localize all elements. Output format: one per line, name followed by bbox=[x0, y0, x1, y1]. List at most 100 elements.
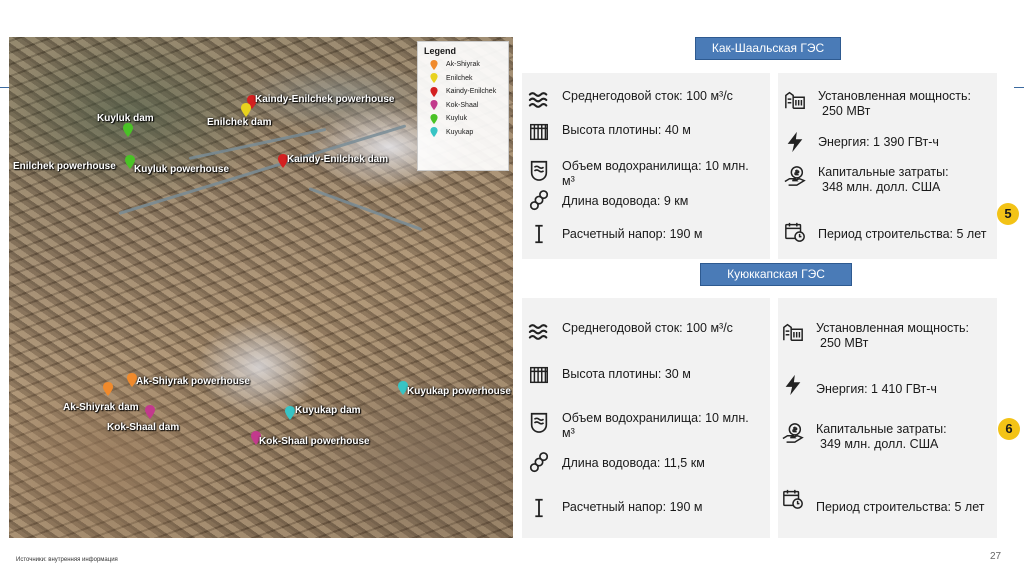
plant1-capex: Капитальные затраты: 348 млн. долл. США bbox=[818, 165, 949, 195]
plant1-energy-row: Энергия: 1 390 ГВт-ч bbox=[784, 131, 939, 153]
height-icon bbox=[535, 498, 543, 518]
legend-pin-icon bbox=[430, 73, 438, 84]
height-icon bbox=[535, 224, 543, 244]
map-label: Enilchek dam bbox=[207, 117, 272, 128]
plant2-title: Куюккапская ГЭС bbox=[700, 263, 852, 286]
legend-pin-icon bbox=[430, 127, 438, 138]
plant2-capacity-row: Установленная мощность: 250 МВт bbox=[782, 321, 969, 351]
legend-title: Legend bbox=[424, 46, 457, 56]
map-label: Kok-Shaal dam bbox=[107, 422, 180, 433]
legend-item: Ak-Shiyrak bbox=[424, 58, 502, 72]
pipe-icon bbox=[529, 452, 549, 473]
plant2-reservoir-line2: м³ bbox=[562, 426, 575, 440]
map-label: Ak-Shiyrak powerhouse bbox=[136, 376, 250, 387]
hydro-plant-icon bbox=[785, 91, 805, 109]
plant2-capacity: Установленная мощность: 250 МВт bbox=[816, 321, 969, 351]
plant2-conduit: Длина водовода: 11,5 км bbox=[562, 456, 705, 470]
legend-pin-icon bbox=[430, 113, 438, 124]
plant1-conduit-row: Длина водовода: 9 км bbox=[528, 190, 688, 212]
plant1-dam-height: Высота плотины: 40 м bbox=[562, 123, 691, 137]
plant1-capacity: Установленная мощность: 250 МВт bbox=[818, 89, 971, 119]
plant2-dam-row: Высота плотины: 30 м bbox=[528, 364, 691, 386]
plant1-reservoir-line2: м³ bbox=[562, 174, 575, 188]
plant2-period-row: Период строительства: 5 лет bbox=[782, 488, 984, 515]
plant1-right-panel: Установленная мощность: 250 МВт Энергия:… bbox=[778, 73, 997, 259]
source-note: Источники: внутренняя информация bbox=[16, 557, 118, 563]
map-pin-kokshaal-dam[interactable] bbox=[145, 405, 155, 419]
plant1-reservoir-line1: Объем водохранилища: 10 млн. bbox=[562, 159, 749, 173]
map-label: Kuyluk dam bbox=[97, 113, 154, 124]
plant2-capex-line1: Капитальные затраты: bbox=[816, 422, 947, 436]
plant1-flow: Среднегодовой сток: 100 м³/с bbox=[562, 89, 733, 103]
map-label: Kuyukap powerhouse bbox=[407, 386, 511, 397]
legend-label: Kok-Shaal bbox=[446, 101, 479, 109]
plant2-capex-row: Капитальные затраты: 349 млн. долл. США bbox=[782, 422, 947, 452]
plant2-energy-row: Энергия: 1 410 ГВт-ч bbox=[782, 374, 937, 397]
plant2-right-panel: Установленная мощность: 250 МВт Энергия:… bbox=[778, 298, 997, 538]
map-pin-enilchek-dam[interactable] bbox=[241, 103, 251, 117]
map-pin-kuyluk-dam[interactable] bbox=[123, 123, 133, 137]
top-rule-right bbox=[1014, 87, 1024, 88]
legend-pin-icon bbox=[430, 86, 438, 97]
hydro-plant-icon bbox=[783, 323, 803, 341]
dam-icon bbox=[530, 366, 548, 384]
plant1-capacity-line1: Установленная мощность: bbox=[818, 89, 971, 103]
calendar-clock-icon bbox=[785, 222, 805, 242]
reservoir-icon bbox=[530, 160, 548, 181]
plant2-flow: Среднегодовой сток: 100 м³/с bbox=[562, 321, 733, 335]
map-label: Enilchek powerhouse bbox=[13, 161, 116, 172]
plant2-flow-row: Среднегодовой сток: 100 м³/с bbox=[528, 321, 733, 343]
calendar-clock-icon bbox=[783, 489, 803, 509]
river bbox=[308, 187, 423, 231]
legend-label: Kaindy-Enilchek bbox=[446, 88, 497, 96]
plant1-energy: Энергия: 1 390 ГВт-ч bbox=[818, 135, 939, 149]
plant1-conduit: Длина водовода: 9 км bbox=[562, 194, 689, 208]
plant1-reservoir-row: Объем водохранилища: 10 млн. м³ bbox=[528, 159, 749, 189]
plant1-period-row: Период строительства: 5 лет bbox=[784, 221, 986, 243]
plant2-capex-line2: 349 млн. долл. США bbox=[820, 437, 939, 451]
money-hand-icon bbox=[784, 166, 806, 186]
plant1-capex-line2: 348 млн. долл. США bbox=[822, 180, 941, 194]
map-pin-kuyukap-dam[interactable] bbox=[285, 406, 295, 420]
legend-item: Kuyluk bbox=[424, 112, 502, 126]
legend-pin-icon bbox=[430, 59, 438, 70]
plant1-period: Период строительства: 5 лет bbox=[818, 227, 987, 241]
map-pin-akshiyrak-dam[interactable] bbox=[103, 382, 113, 396]
plant2-left-panel: Среднегодовой сток: 100 м³/с Высота плот… bbox=[522, 298, 770, 538]
plant1-flow-row: Среднегодовой сток: 100 м³/с bbox=[528, 89, 733, 111]
plant1-left-panel: Среднегодовой сток: 100 м³/с Высота плот… bbox=[522, 73, 770, 259]
plant2-reservoir-row: Объем водохранилища: 10 млн. м³ bbox=[528, 411, 749, 441]
plant2-period: Период строительства: 5 лет bbox=[816, 500, 985, 514]
plant2-capex: Капитальные затраты: 349 млн. долл. США bbox=[816, 422, 947, 452]
plant2-head-row: Расчетный напор: 190 м bbox=[528, 497, 703, 519]
legend-item: Kuyukap bbox=[424, 126, 502, 140]
lightning-icon bbox=[785, 374, 801, 396]
legend-item: Kaindy-Enilchek bbox=[424, 85, 502, 99]
waves-icon bbox=[528, 324, 548, 340]
plant1-capex-row: Капитальные затраты: 348 млн. долл. США bbox=[784, 165, 949, 195]
plant1-head-row: Расчетный напор: 190 м bbox=[528, 223, 703, 245]
waves-icon bbox=[528, 92, 548, 108]
plant2-head: Расчетный напор: 190 м bbox=[562, 500, 703, 514]
plant1-capacity-row: Установленная мощность: 250 МВт bbox=[784, 89, 971, 119]
plant2-energy: Энергия: 1 410 ГВт-ч bbox=[816, 382, 937, 396]
plant2-number-badge: 6 bbox=[998, 418, 1020, 440]
reservoir-icon bbox=[530, 412, 548, 433]
page-number: 27 bbox=[990, 551, 1002, 562]
map-label: Kuyukap dam bbox=[295, 405, 361, 416]
legend-label: Ak-Shiyrak bbox=[446, 61, 480, 69]
map-label: Ak-Shiyrak dam bbox=[63, 402, 139, 413]
plant2-conduit-row: Длина водовода: 11,5 км bbox=[528, 452, 705, 474]
dam-icon bbox=[530, 123, 548, 141]
plant1-number-badge: 5 bbox=[997, 203, 1019, 225]
plant2-capacity-line1: Установленная мощность: bbox=[816, 321, 969, 335]
map-label: Kuyluk powerhouse bbox=[134, 164, 230, 175]
plant1-reservoir: Объем водохранилища: 10 млн. м³ bbox=[562, 159, 749, 189]
legend-item: Enilchek bbox=[424, 72, 502, 86]
plant2-reservoir: Объем водохранилища: 10 млн. м³ bbox=[562, 411, 749, 441]
plant2-capacity-line2: 250 МВт bbox=[820, 336, 869, 350]
plant2-reservoir-line1: Объем водохранилища: 10 млн. bbox=[562, 411, 749, 425]
legend-item: Kok-Shaal bbox=[424, 99, 502, 113]
plant1-title: Как-Шаальская ГЭС bbox=[695, 37, 841, 60]
pipe-icon bbox=[529, 190, 549, 211]
